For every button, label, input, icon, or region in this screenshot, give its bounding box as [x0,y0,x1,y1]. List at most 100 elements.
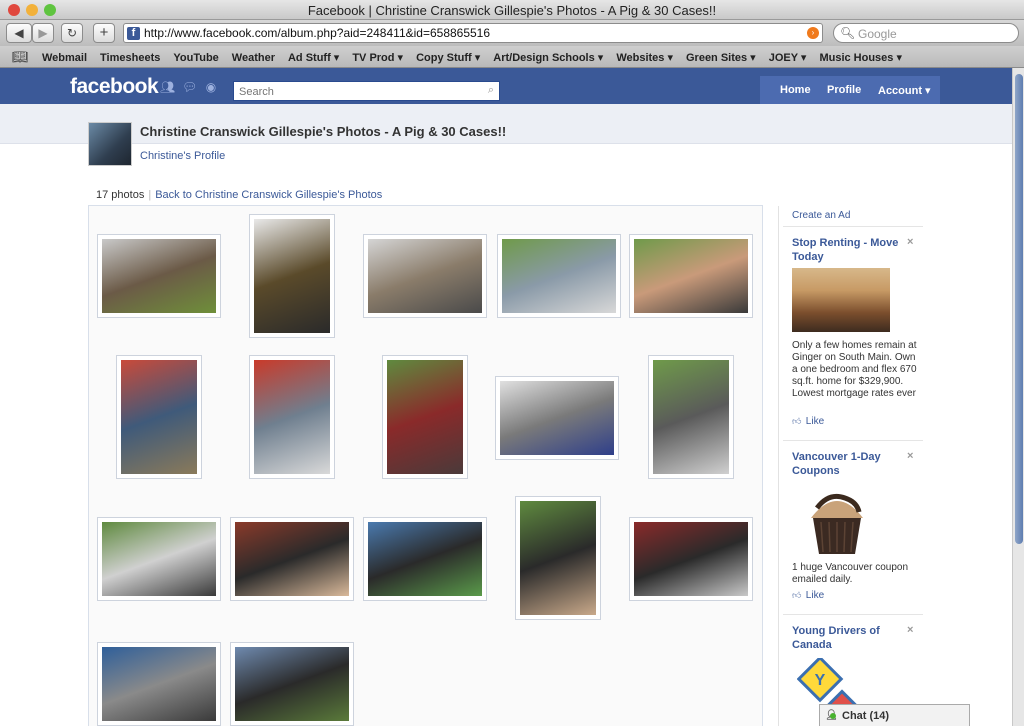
photo-thumbnail[interactable] [363,517,487,601]
search-icon[interactable]: ⌕ [488,84,494,97]
close-ad-icon[interactable]: × [907,236,913,248]
reload-icon: ↻ [66,26,78,40]
photo-thumbnail[interactable] [116,355,202,479]
divider [783,226,923,227]
book-icon[interactable]: 📖︎ [12,49,29,65]
photo-thumbnail[interactable] [97,234,221,318]
notifications-globe-icon[interactable]: ◉ [204,81,218,94]
ad-title[interactable]: Stop Renting - Move Today [792,236,902,264]
search-icon: 🔍︎ [840,26,856,40]
photo-image [634,239,748,313]
photo-image [653,360,729,474]
browser-window: Facebook | Christine Cranswick Gillespie… [0,0,1024,726]
photo-image [235,522,349,596]
chat-label[interactable]: Chat (14) [842,710,889,722]
scroll-thumb[interactable] [1015,74,1023,544]
nav-home[interactable]: Home [780,84,811,96]
messages-icon[interactable]: 💬︎ [182,81,197,94]
rss-icon[interactable]: › [807,27,819,39]
photo-image [368,239,482,313]
photo-image [235,647,349,721]
back-button[interactable]: ◀ [6,23,32,43]
facebook-logo[interactable]: facebook [70,75,159,99]
back-to-photos-link[interactable]: Back to Christine Cranswick Gillespie's … [155,189,382,201]
photo-thumbnail[interactable] [382,355,468,479]
photo-thumbnail[interactable] [629,234,753,318]
photo-image [387,360,463,474]
photo-image [254,219,330,333]
add-bookmark-button[interactable]: + [93,23,115,43]
bookmark-item[interactable]: Music Houses ▾ [819,52,902,64]
chat-bar[interactable]: 👤︎ Chat (14) [819,704,970,726]
ad-body: Only a few homes remain at Ginger on Sou… [792,340,917,399]
ad-like[interactable]: 👍︎ Like [792,416,824,427]
divider [783,440,923,441]
friend-requests-icon[interactable]: 👥︎ [160,81,175,94]
chat-count: (14) [869,710,890,722]
ad-like[interactable]: 👍︎ Like [792,590,824,601]
bookmark-item[interactable]: Webmail [42,52,87,64]
bookmark-item[interactable]: Timesheets [100,52,160,64]
photo-image [500,381,614,455]
bookmark-item[interactable]: Ad Stuff ▾ [288,52,339,64]
title-bar: Facebook | Christine Cranswick Gillespie… [0,0,1024,20]
photo-image [634,522,748,596]
photo-thumbnail[interactable] [629,517,753,601]
facebook-search-input[interactable] [234,83,474,101]
bookmark-item[interactable]: YouTube [173,52,218,64]
album-title: Christine Cranswick Gillespie's Photos -… [140,124,507,139]
address-bar[interactable]: f http://www.facebook.com/album.php?aid=… [123,23,823,43]
bookmark-item[interactable]: JOEY ▾ [769,52,807,64]
photo-thumbnail[interactable] [495,376,619,460]
bookmarks-list: Webmail Timesheets YouTube Weather Ad Stuff … [42,51,915,64]
back-arrow-icon: ◀ [14,26,24,40]
photo-thumbnail[interactable] [363,234,487,318]
bookmark-item[interactable]: Art/Design Schools ▾ [493,52,603,64]
ad-title[interactable]: Young Drivers of Canada [792,624,902,652]
bookmark-item[interactable]: TV Prod ▾ [352,52,403,64]
window-title: Facebook | Christine Cranswick Gillespie… [307,3,717,18]
photo-thumbnail[interactable] [515,496,601,620]
create-ad-link[interactable]: Create an Ad [792,210,850,221]
ad-title[interactable]: Vancouver 1-Day Coupons [792,450,902,478]
photo-thumbnail[interactable] [497,234,621,318]
photo-thumbnail[interactable] [230,642,354,726]
page-scrollbar[interactable] [1012,68,1024,726]
bookmark-item[interactable]: Green Sites ▾ [686,52,756,64]
url-text[interactable]: http://www.facebook.com/album.php?aid=24… [144,26,490,40]
like-label: Like [805,590,825,601]
photo-thumbnail[interactable] [648,355,734,479]
photo-image [502,239,616,313]
online-status-icon [830,713,836,719]
plus-icon: + [99,24,109,41]
bookmark-item[interactable]: Copy Stuff ▾ [416,52,480,64]
ad-image-home[interactable] [792,268,890,332]
facebook-search[interactable]: ⌕ [233,81,500,101]
photo-image [102,522,216,596]
thumbs-up-icon: 👍︎ [792,590,802,600]
nav-profile[interactable]: Profile [827,84,861,96]
photo-image [102,239,216,313]
google-search-box[interactable]: 🔍︎ Google [833,23,1019,43]
photo-thumbnail[interactable] [249,214,335,338]
profile-avatar[interactable] [88,122,132,166]
reload-button[interactable]: ↻ [61,23,83,43]
photo-thumbnail[interactable] [230,517,354,601]
close-ad-icon[interactable]: × [907,450,913,462]
close-ad-icon[interactable]: × [907,624,913,636]
photo-thumbnail[interactable] [249,355,335,479]
photo-thumbnail[interactable] [97,517,221,601]
profile-link[interactable]: Christine's Profile [140,150,225,162]
nav-account[interactable]: Account ▾ [878,84,931,97]
bookmark-item[interactable]: Weather [232,52,275,64]
photo-image [102,647,216,721]
facebook-favicon-icon: f [127,27,140,40]
forward-arrow-icon: ▶ [38,26,48,40]
forward-button[interactable]: ▶ [32,23,54,43]
bookmark-item[interactable]: Websites ▾ [616,52,673,64]
ad-image-cupcake[interactable] [799,478,875,556]
divider [783,614,923,615]
photo-thumbnail[interactable] [97,642,221,726]
like-label: Like [805,416,825,427]
bookmarks-bar: 📖︎ Webmail Timesheets YouTube Weather Ad Stu… [0,46,1024,68]
